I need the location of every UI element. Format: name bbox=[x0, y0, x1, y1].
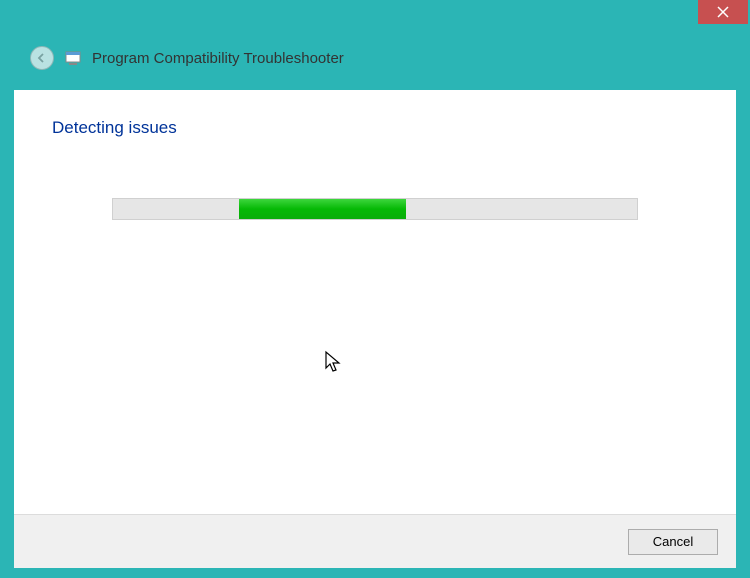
close-icon bbox=[717, 6, 729, 18]
wizard-header: Program Compatibility Troubleshooter bbox=[0, 30, 750, 90]
progress-bar bbox=[112, 198, 638, 220]
dialog-footer: Cancel bbox=[14, 514, 736, 568]
progress-fill bbox=[239, 199, 407, 219]
close-button[interactable] bbox=[698, 0, 748, 24]
troubleshooter-icon bbox=[64, 49, 82, 67]
progress-container bbox=[112, 198, 638, 220]
titlebar bbox=[0, 0, 750, 30]
content-body: Detecting issues bbox=[14, 90, 736, 514]
cancel-button[interactable]: Cancel bbox=[628, 529, 718, 555]
window-frame: Program Compatibility Troubleshooter Det… bbox=[0, 0, 750, 578]
content-panel: Detecting issues Cancel bbox=[14, 90, 736, 568]
page-heading: Detecting issues bbox=[52, 118, 698, 138]
back-arrow-icon bbox=[36, 52, 48, 64]
back-button bbox=[30, 46, 54, 70]
wizard-title: Program Compatibility Troubleshooter bbox=[92, 50, 344, 67]
